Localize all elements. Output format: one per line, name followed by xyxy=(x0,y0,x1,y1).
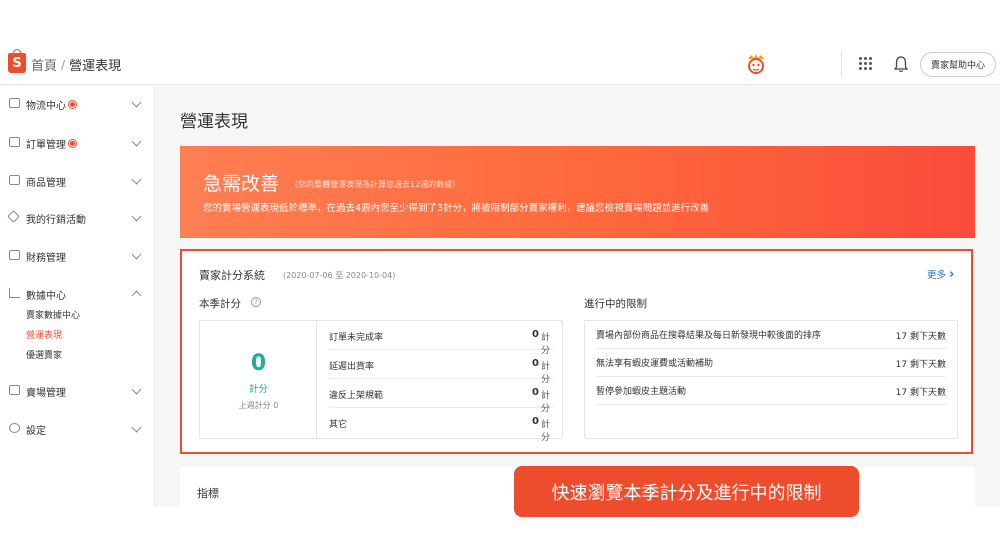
sidebar-item-label: 數據中心 xyxy=(26,291,66,302)
sidebar-item-label: 我的行銷活動 xyxy=(26,215,86,226)
active-limits-label: 進行中的限制 xyxy=(584,298,647,310)
sidebar: 物流中心 訂單管理 商品管理 我的行銷活動 財務管理 數據中心 賣家數據中心 營… xyxy=(0,86,155,507)
score-row-name: 延遲出貨率 xyxy=(329,362,375,372)
sidebar-item-settings[interactable]: 設定 xyxy=(0,418,155,440)
question-icon[interactable]: ? xyxy=(251,297,261,307)
score-row-name: 違反上架規範 xyxy=(329,391,384,401)
score-summary: 0 計分 上週計分 0 xyxy=(200,321,317,438)
chevron-up-icon xyxy=(131,290,142,301)
score-row-value: 0 xyxy=(532,358,539,369)
chevron-down-icon xyxy=(131,249,142,260)
score-unit: 計分 xyxy=(248,384,268,395)
truck-icon xyxy=(9,98,20,108)
score-value: 0 xyxy=(250,351,267,376)
score-date-range: (2020-07-06 至 2020-10-04) xyxy=(283,271,396,280)
sidebar-subitem-seller-data[interactable]: 賣家數據中心 xyxy=(26,308,80,321)
sidebar-item-data-center[interactable]: 數據中心 xyxy=(0,283,155,305)
chevron-down-icon xyxy=(131,136,142,147)
chevron-down-icon xyxy=(131,97,142,108)
wallet-icon xyxy=(9,250,20,260)
score-row-value: 0 xyxy=(532,416,539,427)
active-limits-box: 賣場內部份商品在搜尋結果及每日新發現中較後面的排序 17 剩下天數 無法享有蝦皮… xyxy=(584,320,958,439)
bell-icon[interactable] xyxy=(893,55,909,73)
limit-row: 暫停參加蝦皮主題活動 17 剩下天數 xyxy=(596,377,946,405)
score-row-value: 0 xyxy=(532,329,539,340)
score-row-value: 0 xyxy=(532,387,539,398)
limit-row-name: 暫停參加蝦皮主題活動 xyxy=(596,387,687,397)
score-row: 違反上架規範 0 計分 xyxy=(329,379,554,414)
shopee-logo-icon[interactable]: S xyxy=(8,49,26,73)
banner-note: （您的整體營運表現為計算您過去12週的數據） xyxy=(290,180,461,189)
score-row-name: 其它 xyxy=(329,420,348,430)
sidebar-item-label: 財務管理 xyxy=(26,253,66,264)
mascot-icon[interactable] xyxy=(744,53,768,75)
sidebar-item-shop[interactable]: 賣場管理 xyxy=(0,380,155,402)
sidebar-item-label: 賣場管理 xyxy=(26,388,66,399)
sidebar-item-label: 設定 xyxy=(26,426,46,437)
sidebar-item-finance[interactable]: 財務管理 xyxy=(0,245,155,267)
sidebar-item-marketing[interactable]: 我的行銷活動 xyxy=(0,207,155,229)
limit-row-name: 無法享有蝦皮運費或活動補助 xyxy=(596,359,714,369)
indicators-title: 指標 xyxy=(197,487,219,500)
banner-description: 您的賣場營運表現低於標準，在過去4週內您至少得到了3計分，將被限制部分賣家權利，… xyxy=(203,203,710,214)
breadcrumb-separator: / xyxy=(61,57,66,72)
sidebar-item-label: 訂單管理 xyxy=(26,140,66,151)
sidebar-subitem-preferred-seller[interactable]: 優選賣家 xyxy=(26,348,62,361)
breadcrumb: 首頁 / 營運表現 xyxy=(31,55,122,75)
notification-dot xyxy=(69,140,76,147)
chevron-down-icon xyxy=(131,384,142,395)
limit-row: 賣場內部份商品在搜尋結果及每日新發現中較後面的排序 17 剩下天數 xyxy=(596,321,946,349)
breadcrumb-current: 營運表現 xyxy=(69,59,122,74)
status-banner: 急需改善 （您的整體營運表現為計算您過去12週的數據） 您的賣場營運表現低於標準… xyxy=(180,146,975,238)
gear-icon xyxy=(9,423,20,433)
limit-row: 無法享有蝦皮運費或活動補助 17 剩下天數 xyxy=(596,349,946,377)
breadcrumb-home[interactable]: 首頁 xyxy=(31,55,57,74)
sidebar-subitem-performance[interactable]: 營運表現 xyxy=(26,328,62,341)
notification-dot xyxy=(69,101,76,108)
chevron-down-icon xyxy=(131,174,142,185)
limit-row-days: 17 剩下天數 xyxy=(895,388,946,398)
seller-help-center-button[interactable]: 賣家幫助中心 xyxy=(920,52,996,77)
sidebar-item-label: 商品管理 xyxy=(26,178,66,189)
box-icon xyxy=(9,175,20,185)
score-card-title: 賣家計分系統 xyxy=(199,269,265,282)
topbar-divider xyxy=(841,51,842,77)
apps-grid-icon[interactable] xyxy=(859,57,873,71)
score-row-name: 訂單未完成率 xyxy=(329,333,384,343)
sidebar-item-logistics[interactable]: 物流中心 xyxy=(0,93,155,115)
shop-icon xyxy=(9,385,20,395)
chart-icon xyxy=(9,288,20,298)
tag-icon xyxy=(7,210,20,223)
sidebar-item-label: 物流中心 xyxy=(26,101,66,112)
last-week-score: 上週計分 0 xyxy=(238,401,279,410)
banner-title: 急需改善 xyxy=(203,173,280,195)
clipboard-icon xyxy=(9,137,20,147)
page-title: 營運表現 xyxy=(180,112,248,132)
limit-row-days: 17 剩下天數 xyxy=(895,360,946,370)
callout-annotation: 快速瀏覽本季計分及進行中的限制 xyxy=(514,466,859,517)
sidebar-item-products[interactable]: 商品管理 xyxy=(0,170,155,192)
app-frame: S 首頁 / 營運表現 賣家幫助中心 物流中心 訂單管理 商品管理 我的行銷活動… xyxy=(0,45,1000,507)
seller-score-card: 賣家計分系統 (2020-07-06 至 2020-10-04) 更多 本季計分… xyxy=(180,249,973,454)
score-row: 其它 0 計分 xyxy=(329,408,554,443)
sidebar-item-orders[interactable]: 訂單管理 xyxy=(0,132,155,154)
chevron-down-icon xyxy=(131,422,142,433)
limit-row-days: 17 剩下天數 xyxy=(895,332,946,342)
more-link[interactable]: 更多 xyxy=(927,267,954,282)
score-row: 訂單未完成率 0 計分 xyxy=(329,321,554,356)
season-score-box: 0 計分 上週計分 0 訂單未完成率 0 計分 延遲出貨率 0 計分 違反上架規… xyxy=(199,320,563,443)
chevron-down-icon xyxy=(131,211,142,222)
top-bar: S 首頁 / 營運表現 賣家幫助中心 xyxy=(0,45,1000,85)
limit-row-name: 賣場內部份商品在搜尋結果及每日新發現中較後面的排序 xyxy=(596,331,822,341)
score-row: 延遲出貨率 0 計分 xyxy=(329,350,554,385)
season-score-label: 本季計分 xyxy=(199,298,241,310)
score-row-unit: 計分 xyxy=(541,420,551,443)
